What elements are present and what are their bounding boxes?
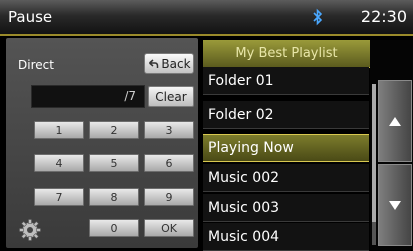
key-8[interactable]: 8 [89, 188, 139, 206]
key-5[interactable]: 5 [89, 154, 139, 172]
track-count: /7 [124, 89, 136, 103]
gear-icon[interactable] [18, 218, 42, 242]
direct-keypad-panel: Direct Back /7 Clear 1 2 3 4 5 6 7 8 9 0… [6, 38, 198, 248]
direct-label: Direct [18, 58, 54, 72]
key-label: 5 [110, 156, 118, 170]
key-label: 2 [110, 123, 118, 137]
key-label: 0 [110, 221, 118, 235]
key-9[interactable]: 9 [144, 188, 194, 206]
list-item-label: Folder 01 [208, 72, 274, 89]
key-4[interactable]: 4 [34, 154, 84, 172]
key-3[interactable]: 3 [144, 121, 194, 139]
key-1[interactable]: 1 [34, 121, 84, 139]
list-item-playing-now[interactable]: Playing Now [203, 134, 369, 162]
clock: 22:30 [360, 7, 407, 26]
list-item-label: Music 004 [208, 228, 280, 245]
key-7[interactable]: 7 [34, 188, 84, 206]
playlist-title-text: My Best Playlist [235, 46, 338, 61]
key-label: 4 [55, 156, 63, 170]
playlist-title: My Best Playlist [203, 40, 370, 68]
key-6[interactable]: 6 [144, 154, 194, 172]
back-label: Back [161, 56, 191, 71]
clear-label: Clear [155, 89, 187, 104]
key-0[interactable]: 0 [89, 219, 139, 237]
ok-button[interactable]: OK [144, 219, 194, 237]
list-item-music-002[interactable]: Music 002 [203, 164, 369, 192]
screen: Pause 22:30 Direct Back /7 Clear 1 2 3 4… [0, 0, 413, 251]
list-item-label: Playing Now [208, 140, 294, 156]
key-label: 8 [110, 190, 118, 204]
scrollbar-thumb[interactable] [372, 84, 376, 222]
key-label: 6 [165, 156, 173, 170]
back-button[interactable]: Back [144, 53, 194, 74]
clear-button[interactable]: Clear [148, 86, 194, 107]
track-number-display: /7 [31, 85, 145, 108]
key-label: 3 [165, 123, 173, 137]
scroll-up-button[interactable] [378, 80, 412, 162]
back-arrow-icon [149, 58, 159, 68]
status-bar: Pause 22:30 [0, 0, 413, 36]
scroll-down-button[interactable] [378, 164, 412, 246]
list-item-label: Music 002 [208, 169, 280, 186]
key-label: 7 [55, 190, 63, 204]
list-item-label: Folder 02 [208, 106, 274, 123]
list-item-music-003[interactable]: Music 003 [203, 194, 369, 222]
triangle-up-icon [389, 116, 401, 126]
key-label: 1 [55, 123, 63, 137]
playback-status: Pause [8, 8, 53, 26]
list-item-music-004[interactable]: Music 004 [203, 223, 369, 251]
bluetooth-icon [313, 8, 323, 26]
key-label: OK [161, 221, 177, 235]
key-label: 9 [165, 190, 173, 204]
list-item-label: Music 003 [208, 199, 280, 216]
list-item-folder-01[interactable]: Folder 01 [203, 67, 369, 95]
triangle-down-icon [389, 200, 401, 210]
key-2[interactable]: 2 [89, 121, 139, 139]
list-item-folder-02[interactable]: Folder 02 [203, 101, 369, 129]
